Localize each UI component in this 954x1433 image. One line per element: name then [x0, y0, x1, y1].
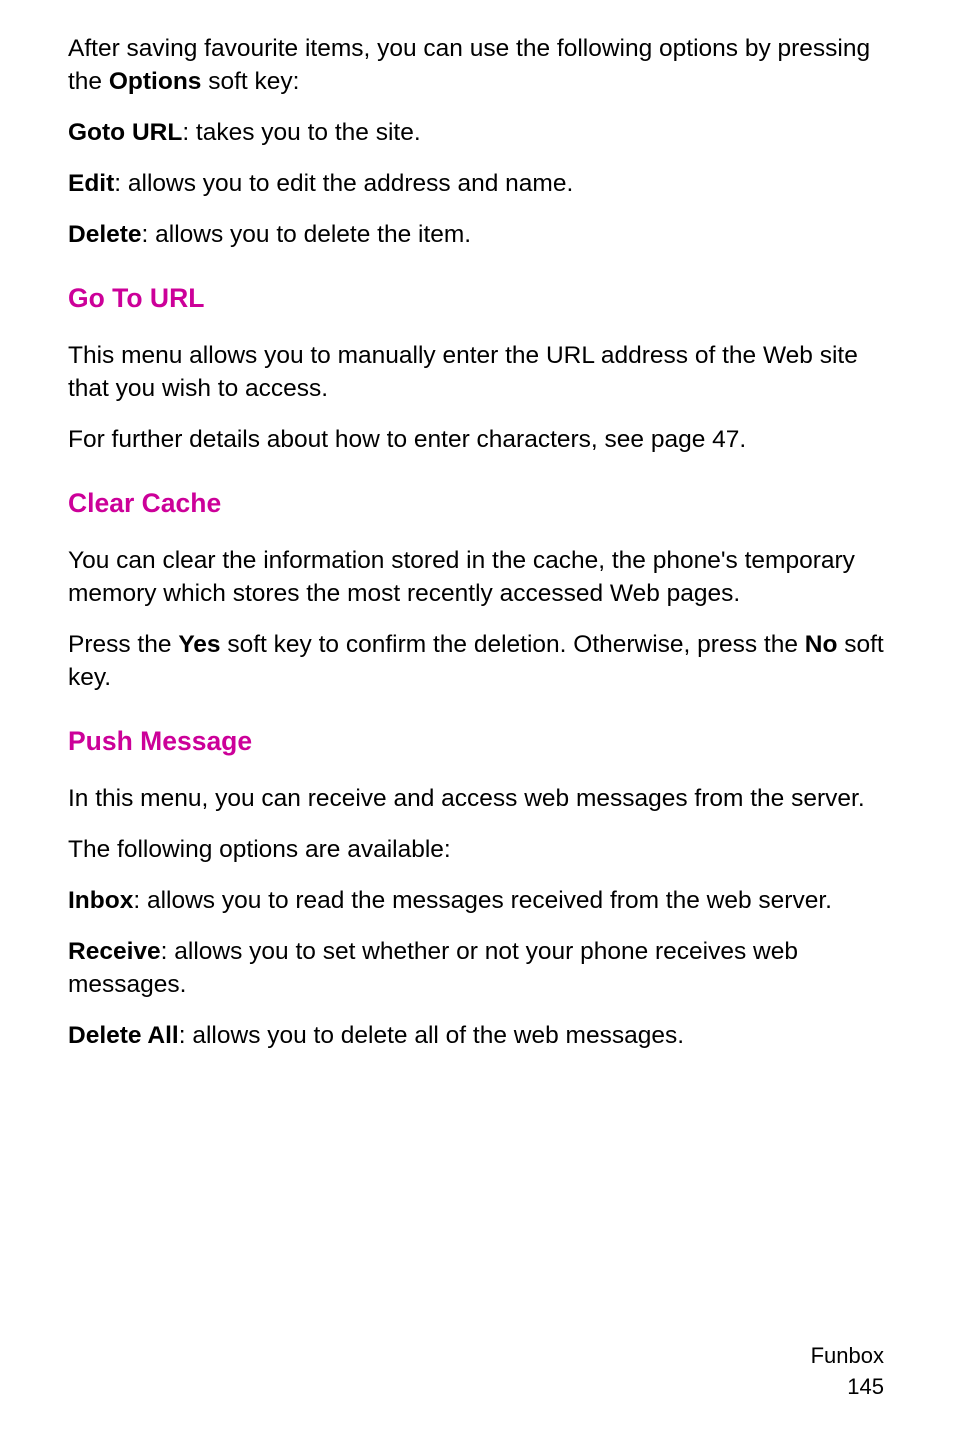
edit-desc: : allows you to edit the address and nam… — [114, 170, 573, 197]
footer-section-name: Funbox — [811, 1341, 884, 1372]
delete-all-desc: : allows you to delete all of the web me… — [179, 1022, 684, 1049]
delete-all-label: Delete All — [68, 1022, 179, 1049]
go-to-url-p2: For further details about how to enter c… — [68, 423, 886, 456]
edit-label: Edit — [68, 170, 114, 197]
go-to-url-p1: This menu allows you to manually enter t… — [68, 339, 886, 405]
receive-option: Receive: allows you to set whether or no… — [68, 935, 886, 1001]
clear-cache-p2: Press the Yes soft key to confirm the de… — [68, 628, 886, 694]
options-keyword: Options — [109, 68, 202, 95]
clear-cache-p1: You can clear the information stored in … — [68, 544, 886, 610]
page-footer: Funbox 145 — [811, 1341, 884, 1403]
no-keyword: No — [805, 631, 838, 658]
push-message-p2: The following options are available: — [68, 833, 886, 866]
intro-text-c: soft key: — [201, 68, 299, 95]
delete-all-option: Delete All: allows you to delete all of … — [68, 1019, 886, 1052]
footer-page-number: 145 — [811, 1372, 884, 1403]
edit-option: Edit: allows you to edit the address and… — [68, 167, 886, 200]
push-message-p1: In this menu, you can receive and access… — [68, 782, 886, 815]
clear-cache-p2c: soft key to confirm the deletion. Otherw… — [221, 631, 805, 658]
goto-url-option: Goto URL: takes you to the site. — [68, 116, 886, 149]
push-message-heading: Push Message — [68, 724, 886, 760]
clear-cache-p2a: Press the — [68, 631, 178, 658]
intro-paragraph: After saving favourite items, you can us… — [68, 32, 886, 98]
inbox-option: Inbox: allows you to read the messages r… — [68, 884, 886, 917]
document-body: After saving favourite items, you can us… — [68, 32, 886, 1052]
clear-cache-heading: Clear Cache — [68, 486, 886, 522]
receive-label: Receive — [68, 938, 161, 965]
inbox-desc: : allows you to read the messages receiv… — [133, 887, 832, 914]
delete-option: Delete: allows you to delete the item. — [68, 218, 886, 251]
goto-url-desc: : takes you to the site. — [182, 119, 420, 146]
goto-url-label: Goto URL — [68, 119, 182, 146]
delete-desc: : allows you to delete the item. — [142, 221, 472, 248]
inbox-label: Inbox — [68, 887, 133, 914]
receive-desc: : allows you to set whether or not your … — [68, 938, 798, 998]
yes-keyword: Yes — [178, 631, 220, 658]
delete-label: Delete — [68, 221, 142, 248]
go-to-url-heading: Go To URL — [68, 281, 886, 317]
